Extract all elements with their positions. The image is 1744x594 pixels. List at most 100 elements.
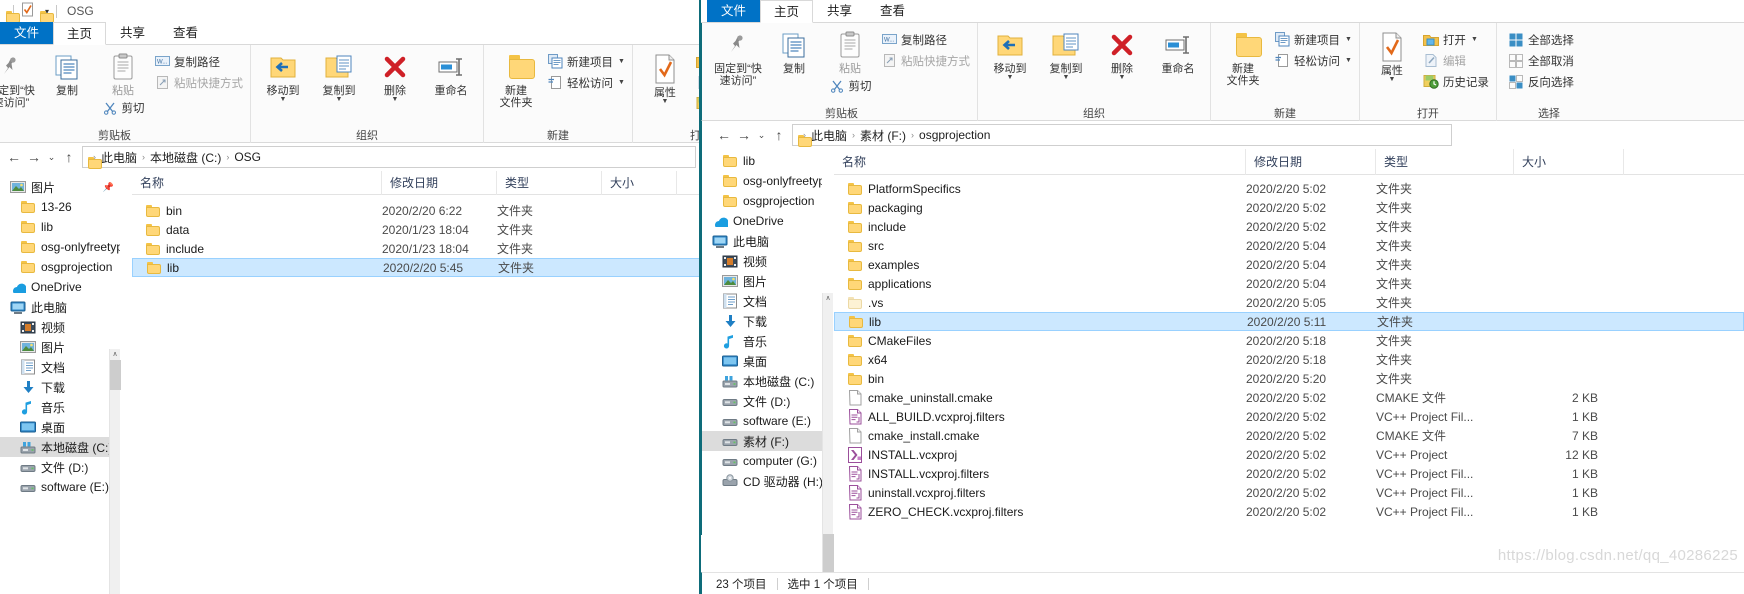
breadcrumb-item-0-right[interactable]: 此电脑 [811,127,847,144]
nav-item[interactable]: 文件 (D:) [702,391,822,411]
file-name-cell[interactable]: ZERO_CHECK.vcxproj.filters [834,503,1246,520]
table-row[interactable]: cmake_uninstall.cmake 2020/2/20 5:02 CMAKE… [834,388,1744,407]
file-name-cell[interactable]: include [834,220,1246,234]
select-all-button-right[interactable]: 全部选择 [1505,30,1577,49]
tab-home-right[interactable]: 主页 [760,0,814,23]
up-button-right[interactable]: ↑ [769,127,789,143]
nav-item[interactable]: 下载 [702,311,822,331]
open-button-left[interactable]: 打开 ▼ [693,52,700,71]
nav-item[interactable]: computer (G:) [702,451,822,471]
recent-locations-icon[interactable]: ⌄ [754,130,769,141]
column-header-size-left[interactable]: 大小 [602,170,677,195]
nav-item[interactable]: lib [0,217,120,237]
paste-button-left[interactable]: 粘贴 剪切 [95,48,151,117]
chevron-down-icon[interactable]: ▼ [1471,36,1478,43]
table-row[interactable]: cmake_install.cmake 2020/2/20 5:02 CMAKE 文… [834,426,1744,445]
invert-selection-button-right[interactable]: 反向选择 [1505,72,1577,91]
tab-view-left[interactable]: 查看 [159,22,212,45]
breadcrumb-item-1-left[interactable]: 本地磁盘 (C:) [150,149,221,166]
address-bar-left[interactable]: ← → ⌄ ↑ › 此电脑 › 本地磁盘 (C:) › OSG [0,143,700,171]
cut-button-right[interactable]: 剪切 [826,76,875,95]
forward-button-left[interactable]: → [24,149,44,165]
move-to-button-right[interactable]: 移动到 ▼ [982,26,1038,81]
scroll-up-arrow-icon[interactable]: ∧ [110,349,120,360]
file-name-cell[interactable]: uninstall.vcxproj.filters [834,484,1246,501]
table-row[interactable]: lib 2020/2/20 5:11 文件夹 [834,312,1744,331]
table-row[interactable]: .vs 2020/2/20 5:05 文件夹 [834,293,1744,312]
table-row[interactable]: data 2020/1/23 18:04 文件夹 [132,220,700,239]
nav-item[interactable]: 13-26 [0,197,120,217]
column-headers-left[interactable]: 名称 修改日期 类型 大小 [132,170,700,195]
chevron-down-icon[interactable]: ▼ [1063,74,1070,81]
nav-item[interactable]: 桌面 [702,351,822,371]
nav-item[interactable]: software (E:) [702,411,822,431]
nav-item[interactable]: osgprojection [0,257,120,277]
column-header-name-left[interactable]: 名称 [132,170,382,195]
new-item-button-right[interactable]: 新建项目 ▼ [1271,30,1355,49]
table-row[interactable]: ZERO_CHECK.vcxproj.filters 2020/2/20 5:02… [834,502,1744,521]
column-headers-right[interactable]: 名称 修改日期 类型 大小 [834,148,1744,175]
copy-path-button-left[interactable]: W... 复制路径 [151,52,246,71]
table-row[interactable]: uninstall.vcxproj.filters 2020/2/20 5:02 V… [834,483,1744,502]
nav-item[interactable]: 音乐 [0,397,120,417]
up-button-left[interactable]: ↑ [59,149,79,165]
nav-item[interactable]: 音乐 [702,331,822,351]
nav-item[interactable]: software (E:) [0,477,120,497]
chevron-down-icon[interactable]: ▼ [1388,76,1395,83]
file-name-cell[interactable]: bin [132,204,382,218]
file-name-cell[interactable]: examples [834,258,1246,272]
new-folder-button-right[interactable]: 新建 文件夹 [1215,26,1271,87]
table-row[interactable]: x64 2020/2/20 5:18 文件夹 [834,350,1744,369]
paste-shortcut-button-right[interactable]: 粘贴快捷方式 [878,51,973,70]
chevron-down-icon[interactable]: ▼ [280,96,287,103]
back-button-left[interactable]: ← [4,149,24,165]
tab-file-right[interactable]: 文件 [707,0,761,23]
file-name-cell[interactable]: x64 [834,353,1246,367]
breadcrumb-right[interactable]: › 此电脑 › 素材 (F:) › osgprojection [792,124,1452,147]
nav-item[interactable]: OneDrive [0,277,120,297]
tab-share-right[interactable]: 共享 [813,0,866,23]
table-row[interactable]: CMakeFiles 2020/2/20 5:18 文件夹 [834,331,1744,350]
column-header-date-right[interactable]: 修改日期 [1246,148,1376,175]
paste-shortcut-button-left[interactable]: 粘贴快捷方式 [151,73,246,92]
pin-icon[interactable]: 📌 [103,182,114,193]
nav-item[interactable]: 视频 [702,251,822,271]
file-name-cell[interactable]: include [132,242,382,256]
back-button-right[interactable]: ← [714,127,734,143]
file-name-cell[interactable]: data [132,223,382,237]
nav-item[interactable]: 桌面 [0,417,120,437]
file-name-cell[interactable]: CMakeFiles [834,334,1246,348]
rename-button-right[interactable]: 重命名 [1150,26,1206,75]
file-name-cell[interactable]: INSTALL.vcxproj.filters [834,465,1246,482]
tab-share-left[interactable]: 共享 [106,22,159,45]
properties-button-right[interactable]: 属性 ▼ [1364,26,1420,83]
history-button-left[interactable]: 历史记录 [693,94,700,113]
file-list-pane-right[interactable]: 名称 修改日期 类型 大小 PlatformSpecifics 2020/2/20… [834,148,1744,535]
table-row[interactable]: ALL_BUILD.vcxproj.filters 2020/2/20 5:02 V… [834,407,1744,426]
column-header-name-right[interactable]: 名称 [834,148,1246,175]
chevron-down-icon[interactable]: ▼ [1345,57,1352,64]
easy-access-button-left[interactable]: 轻松访问 ▼ [544,73,628,92]
table-row[interactable]: include 2020/2/20 5:02 文件夹 [834,217,1744,236]
file-rows-right[interactable]: PlatformSpecifics 2020/2/20 5:02 文件夹 packag… [834,175,1744,521]
breadcrumb-left[interactable]: › 此电脑 › 本地磁盘 (C:) › OSG [82,146,696,169]
table-row[interactable]: include 2020/1/23 18:04 文件夹 [132,239,700,258]
tab-file-left[interactable]: 文件 [0,22,54,45]
table-row[interactable]: src 2020/2/20 5:04 文件夹 [834,236,1744,255]
scroll-up-arrow-icon[interactable]: ∧ [823,293,833,304]
table-row[interactable]: INSTALL.vcxproj.filters 2020/2/20 5:02 VC+… [834,464,1744,483]
file-list-pane-left[interactable]: 名称 修改日期 类型 大小 bin 2020/2/20 6:22 文件夹 data 20… [132,170,700,587]
explorer-window-left[interactable]: ▾ OSG 文件 主页 共享 查看 固定到“快速访问” [0,0,700,594]
nav-item[interactable]: 素材 (F:) [702,431,822,451]
rename-button-left[interactable]: 重命名 [423,48,479,97]
nav-item[interactable]: 图片 [702,271,822,291]
file-name-cell[interactable]: applications [834,277,1246,291]
pin-to-quick-access-button-left[interactable]: 固定到“快速访问” [0,48,39,109]
tab-home-left[interactable]: 主页 [53,22,107,45]
copy-to-button-left[interactable]: 复制到 ▼ [311,48,367,103]
file-name-cell[interactable]: PlatformSpecifics [834,182,1246,196]
ribbon-tabs-right[interactable]: 文件 主页 共享 查看 [701,0,1744,23]
edit-button-left[interactable]: 编辑 [693,73,700,92]
paste-button-right[interactable]: 粘贴 剪切 [822,26,878,95]
pin-to-quick-access-button-right[interactable]: 固定到“快速访问” [710,26,766,87]
